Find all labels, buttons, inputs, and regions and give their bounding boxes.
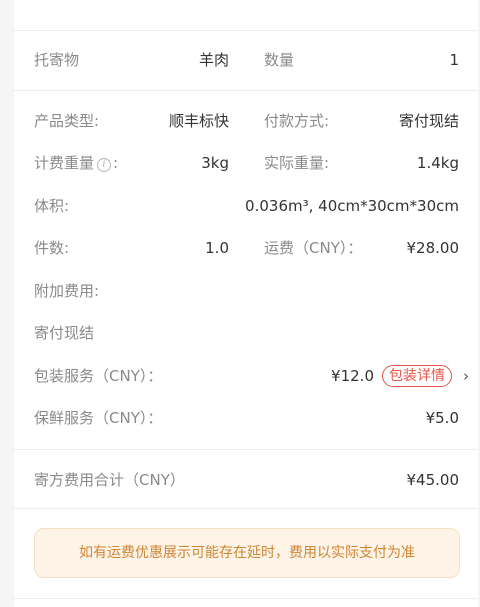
divider	[14, 598, 478, 599]
delay-notice: 如有运费优惠展示可能存在延时，费用以实际支付为准	[34, 528, 460, 578]
quantity-value: 1	[449, 51, 459, 69]
total-label: 寄方费用合计（CNY）	[34, 471, 185, 489]
volume-value: 0.036m³, 40cm*30cm*30cm	[245, 197, 459, 215]
freight-label: 运费（CNY）：	[264, 239, 363, 257]
divider	[14, 30, 478, 31]
fee-details-card: 托寄物 羊肉 数量 1 产品类型: 顺丰标快 付款方式: 寄付现结 计费重量 i:…	[14, 0, 478, 607]
pieces-label: 件数:	[34, 239, 70, 257]
packaging-value: ¥12.0	[331, 367, 374, 385]
freight-value: ¥28.00	[406, 239, 460, 257]
divider	[14, 449, 478, 450]
actual-weight-label: 实际重量:	[264, 154, 330, 172]
quantity-label: 数量	[264, 51, 295, 69]
billing-weight-label: 计费重量 i:	[34, 153, 118, 173]
goods-label: 托寄物	[34, 51, 80, 69]
billing-weight-colon: :	[113, 154, 119, 172]
packaging-label: 包装服务（CNY）：	[34, 367, 163, 385]
payment-method-label: 付款方式:	[264, 112, 330, 130]
divider	[14, 90, 478, 91]
billing-weight-text: 计费重量	[34, 154, 95, 172]
billing-weight-value: 3kg	[201, 154, 229, 172]
info-icon[interactable]: i	[97, 158, 112, 172]
packaging-detail-button[interactable]: 包装详情	[382, 365, 452, 387]
actual-weight-value: 1.4kg	[416, 154, 459, 172]
divider	[14, 508, 478, 509]
extra-fee-label: 附加费用:	[34, 282, 100, 300]
product-type-label: 产品类型:	[34, 112, 100, 130]
fresh-service-label: 保鲜服务（CNY）：	[34, 409, 163, 427]
goods-value: 羊肉	[198, 51, 229, 69]
extra-fee-payment: 寄付现结	[34, 324, 95, 342]
pieces-value: 1.0	[205, 239, 229, 257]
total-value: ¥45.00	[406, 471, 460, 489]
fresh-service-value: ¥5.0	[425, 409, 459, 427]
volume-label: 体积:	[34, 197, 70, 215]
payment-method-value: 寄付现结	[398, 112, 459, 130]
product-type-value: 顺丰标快	[168, 112, 229, 130]
chevron-right-icon[interactable]: ›	[463, 366, 469, 386]
